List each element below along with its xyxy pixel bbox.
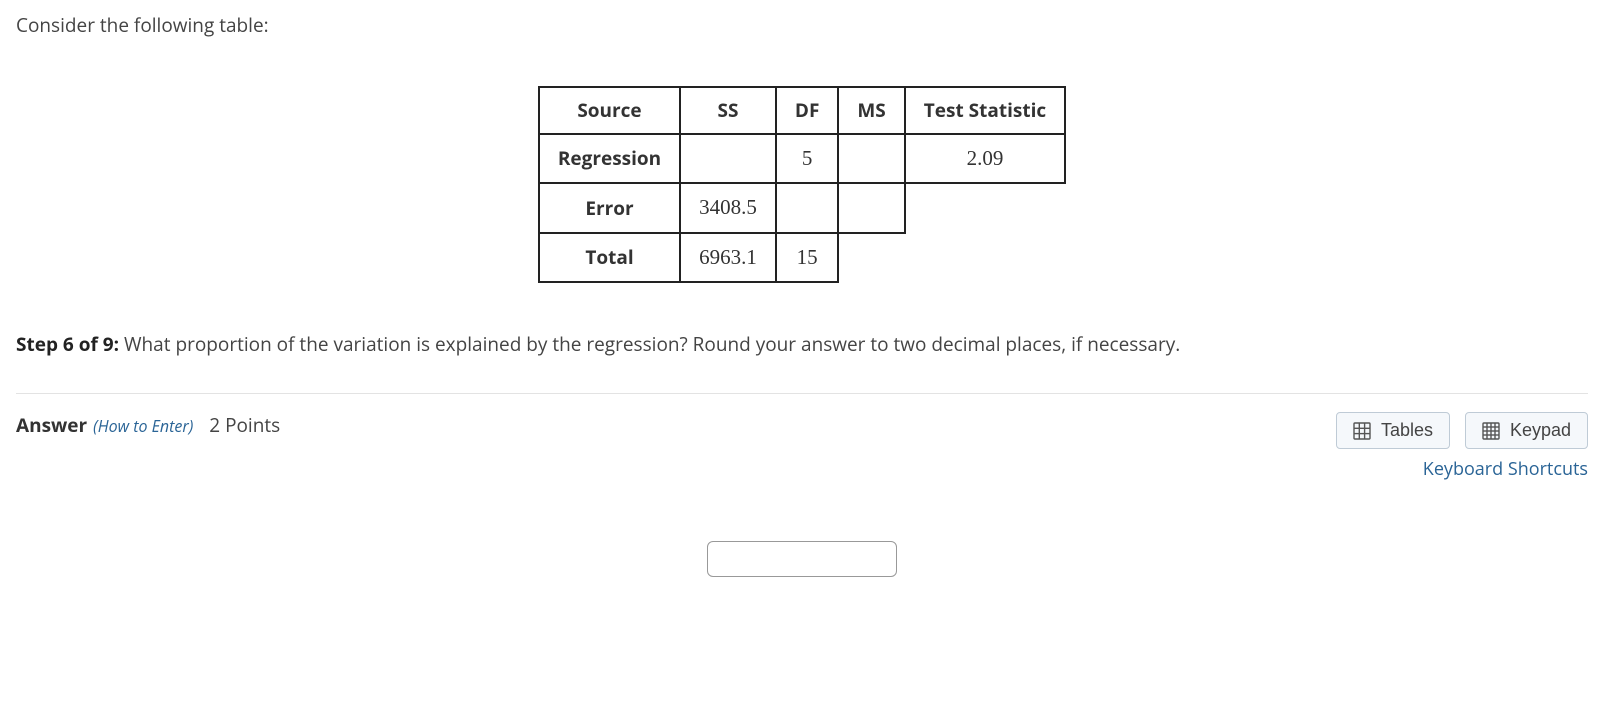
step-text: What proportion of the variation is expl… [124,331,1180,357]
row-ss: 3408.5 [680,183,776,233]
table-row: Regression 5 2.09 [539,134,1065,184]
how-to-enter-link[interactable]: (How to Enter) [93,415,193,437]
row-ms [838,134,904,184]
answer-input[interactable] [707,541,897,577]
col-source: Source [539,87,680,134]
keyboard-shortcuts-link[interactable]: Keyboard Shortcuts [1326,457,1588,481]
points-label: 2 Points [209,412,280,438]
intro-text: Consider the following table: [16,12,1588,38]
table-header-row: Source SS DF MS Test Statistic [539,87,1065,134]
anova-table-container: Source SS DF MS Test Statistic Regressio… [16,86,1588,283]
table-row: Error3408.5 [539,183,1065,233]
row-ms [838,183,904,233]
col-ms: MS [838,87,904,134]
answer-label: Answer [16,412,87,438]
row-df: 15 [776,233,839,283]
step-label: Step 6 of 9: [16,331,119,357]
col-ss: SS [680,87,776,134]
row-ss [680,134,776,184]
separator [16,393,1588,394]
keypad-button[interactable]: Keypad [1465,412,1588,449]
col-df: DF [776,87,839,134]
tables-icon [1353,422,1371,440]
table-row: Total6963.115 [539,233,1065,283]
col-teststat: Test Statistic [905,87,1065,134]
row-df [776,183,839,233]
step-line: Step 6 of 9: What proportion of the vari… [16,331,1588,357]
row-source: Total [539,233,680,283]
anova-table: Source SS DF MS Test Statistic Regressio… [538,86,1066,283]
row-df: 5 [776,134,839,184]
row-source: Regression [539,134,680,184]
row-ss: 6963.1 [680,233,776,283]
keypad-button-label: Keypad [1510,420,1571,441]
tables-button[interactable]: Tables [1336,412,1450,449]
answer-left: Answer (How to Enter) 2 Points [16,412,280,438]
row-source: Error [539,183,680,233]
row-teststat [905,233,1065,283]
tables-button-label: Tables [1381,420,1433,441]
keypad-icon [1482,422,1500,440]
row-teststat [905,183,1065,233]
row-teststat: 2.09 [905,134,1065,184]
row-ms [838,233,904,283]
